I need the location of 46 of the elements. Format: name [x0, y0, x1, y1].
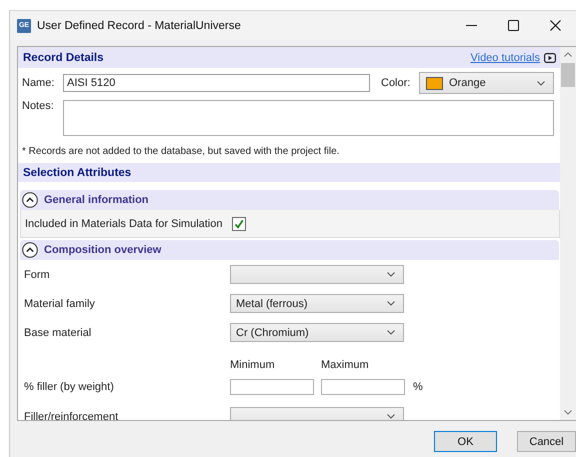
- unit-label: %: [413, 380, 423, 392]
- window-title: User Defined Record - MaterialUniverse: [37, 20, 242, 32]
- chevron-down-icon: [387, 330, 395, 335]
- section-header[interactable]: Composition overview: [20, 240, 559, 260]
- color-dropdown[interactable]: Orange: [419, 72, 554, 94]
- column-label: Maximum: [321, 359, 369, 371]
- collapse-icon[interactable]: [22, 242, 38, 258]
- maximize-icon: [508, 20, 518, 31]
- field-label: Material family: [24, 298, 96, 310]
- field-label: Filler/reinforcement: [24, 410, 120, 420]
- dialog-button[interactable]: Cancel: [517, 431, 576, 452]
- section-title: General information: [44, 194, 149, 206]
- video-tutorials-link[interactable]: Video tutorials: [470, 52, 540, 64]
- collapse-icon[interactable]: [22, 192, 38, 208]
- notes-field[interactable]: [63, 100, 554, 136]
- checkbox[interactable]: [232, 216, 246, 230]
- maximum-field[interactable]: [321, 378, 405, 394]
- section-title: Record Details: [23, 52, 104, 64]
- close-icon: [550, 20, 560, 31]
- scrollbar[interactable]: [560, 47, 576, 420]
- section-title: Composition overview: [44, 244, 162, 256]
- dialog-button[interactable]: OK: [434, 431, 497, 452]
- chevron-down-icon: [387, 272, 395, 277]
- field-label: % filler (by weight): [24, 380, 115, 392]
- dropdown[interactable]: Cr (Chromium): [230, 323, 404, 342]
- field-label: Color:: [381, 77, 412, 89]
- chevron-down-icon: [387, 414, 395, 419]
- dropdown[interactable]: Metal (ferrous): [230, 294, 404, 313]
- footnote: * Records are not added to the database, but saved with the project file.: [22, 146, 340, 159]
- scrollbar-thumb[interactable]: [561, 63, 575, 87]
- column-label: Minimum: [230, 359, 276, 371]
- scroll-up-icon[interactable]: [564, 52, 572, 57]
- field-label: Name:: [22, 77, 56, 89]
- field-label: Notes:: [22, 100, 55, 114]
- play-icon[interactable]: [544, 52, 556, 62]
- name-field[interactable]: AISI 5120: [63, 74, 370, 92]
- checkbox-label: Included in Materials Data for Simulation: [25, 218, 222, 230]
- field-label: Form: [24, 268, 51, 280]
- section-header[interactable]: General information: [20, 190, 559, 210]
- scroll-down-icon[interactable]: [564, 410, 572, 415]
- dropdown[interactable]: [230, 265, 404, 284]
- chevron-down-icon: [387, 301, 395, 306]
- chevron-down-icon: [537, 80, 545, 86]
- minimum-field[interactable]: [230, 378, 314, 394]
- field-label: Base material: [24, 326, 92, 338]
- section-title: Selection Attributes: [23, 166, 132, 178]
